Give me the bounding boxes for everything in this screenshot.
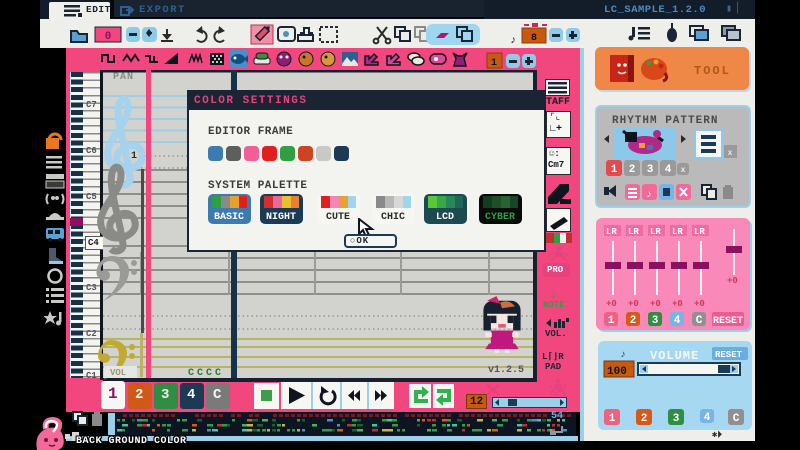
svg-text:CHIC: CHIC xyxy=(381,212,405,223)
svg-text:4: 4 xyxy=(674,315,681,327)
svg-text:1: 1 xyxy=(491,58,497,69)
svg-text:RHYTHM PATTERN: RHYTHM PATTERN xyxy=(612,115,718,127)
svg-text:LR: LR xyxy=(628,227,639,237)
svg-text:3: 3 xyxy=(652,315,659,327)
svg-text:LR: LR xyxy=(694,227,705,237)
svg-text:C: C xyxy=(733,413,740,425)
svg-text:♪: ♪ xyxy=(620,350,626,361)
svg-text:100: 100 xyxy=(607,366,627,378)
svg-text:3: 3 xyxy=(647,164,654,176)
svg-text:2: 2 xyxy=(629,164,636,176)
svg-text:C: C xyxy=(696,315,703,327)
svg-text:+0: +0 xyxy=(672,299,683,309)
svg-text:NIGHT: NIGHT xyxy=(266,212,296,223)
svg-text:+0: +0 xyxy=(727,276,738,286)
svg-text:RESET: RESET xyxy=(715,350,743,360)
svg-text:4: 4 xyxy=(665,164,672,176)
svg-text:2: 2 xyxy=(641,413,648,425)
svg-text:x: x xyxy=(681,166,686,175)
svg-text:RESET: RESET xyxy=(713,316,743,327)
svg-text:+0: +0 xyxy=(606,299,617,309)
svg-text:+0: +0 xyxy=(694,299,705,309)
svg-text:1: 1 xyxy=(608,315,615,327)
svg-text:x: x xyxy=(728,149,733,158)
svg-text:CYBER: CYBER xyxy=(485,212,515,223)
svg-text:♪: ♪ xyxy=(510,35,517,47)
svg-text:LR: LR xyxy=(650,227,661,237)
svg-text:♪: ♪ xyxy=(646,190,652,201)
svg-text:4: 4 xyxy=(704,412,711,424)
svg-text:LR: LR xyxy=(606,227,617,237)
svg-text:BASIC: BASIC xyxy=(214,212,244,223)
svg-text:LR: LR xyxy=(672,227,683,237)
svg-text:8: 8 xyxy=(531,33,537,44)
svg-text:VOLUME: VOLUME xyxy=(650,349,699,363)
svg-text:3: 3 xyxy=(673,413,680,425)
svg-text:CUTE: CUTE xyxy=(326,212,350,223)
svg-text:1: 1 xyxy=(611,164,618,176)
svg-text:+0: +0 xyxy=(650,299,661,309)
svg-text:TOOL: TOOL xyxy=(694,64,731,78)
svg-text:0: 0 xyxy=(105,31,112,43)
svg-text:LCD: LCD xyxy=(436,212,454,223)
svg-text:1: 1 xyxy=(609,413,616,425)
svg-text:+0: +0 xyxy=(628,299,639,309)
svg-text:2: 2 xyxy=(630,315,637,327)
